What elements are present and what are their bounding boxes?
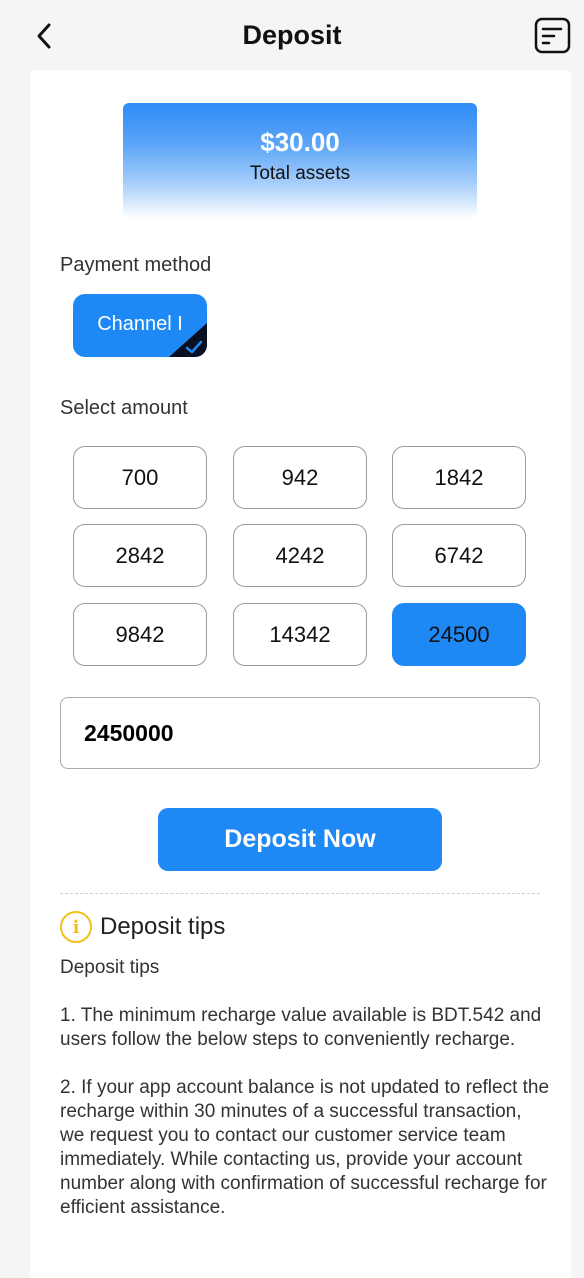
check-icon xyxy=(185,340,203,354)
amount-option[interactable]: 9842 xyxy=(73,603,207,666)
deposit-card: $30.00 Total assets Payment method Chann… xyxy=(30,70,571,1278)
amount-option[interactable]: 1842 xyxy=(392,446,526,509)
amount-option[interactable]: 4242 xyxy=(233,524,367,587)
amount-option[interactable]: 2842 xyxy=(73,524,207,587)
amount-option[interactable]: 6742 xyxy=(392,524,526,587)
divider xyxy=(60,893,540,894)
info-icon: i xyxy=(60,911,92,943)
select-amount-label: Select amount xyxy=(60,397,188,419)
amount-input[interactable] xyxy=(60,697,540,769)
amount-option[interactable]: 14342 xyxy=(233,603,367,666)
channel-option[interactable]: Channel I xyxy=(73,294,207,357)
total-assets-amount: $30.00 xyxy=(260,127,340,157)
amount-option[interactable]: 700 xyxy=(73,446,207,509)
payment-method-label: Payment method xyxy=(60,254,212,276)
total-assets-label: Total assets xyxy=(249,163,351,184)
tips-subtitle: Deposit tips xyxy=(60,957,160,978)
tip-item: 2. If your app account balance is not up… xyxy=(60,1077,550,1218)
page-title: Deposit xyxy=(242,20,342,50)
document-list-icon xyxy=(534,17,571,54)
tip-item: 1. The minimum recharge value available … xyxy=(60,1005,542,1050)
deposit-now-button[interactable]: Deposit Now xyxy=(158,808,442,871)
tips-body: Deposit tips 1. The minimum recharge val… xyxy=(60,956,550,1244)
total-assets-banner: $30.00 Total assets xyxy=(123,103,477,219)
amount-option-selected[interactable]: 24500 xyxy=(392,603,526,666)
records-button[interactable] xyxy=(534,17,572,55)
tips-title: Deposit tips xyxy=(100,913,226,940)
tips-header: i Deposit tips xyxy=(60,911,225,943)
amount-option[interactable]: 942 xyxy=(233,446,367,509)
header: Deposit xyxy=(0,0,584,70)
